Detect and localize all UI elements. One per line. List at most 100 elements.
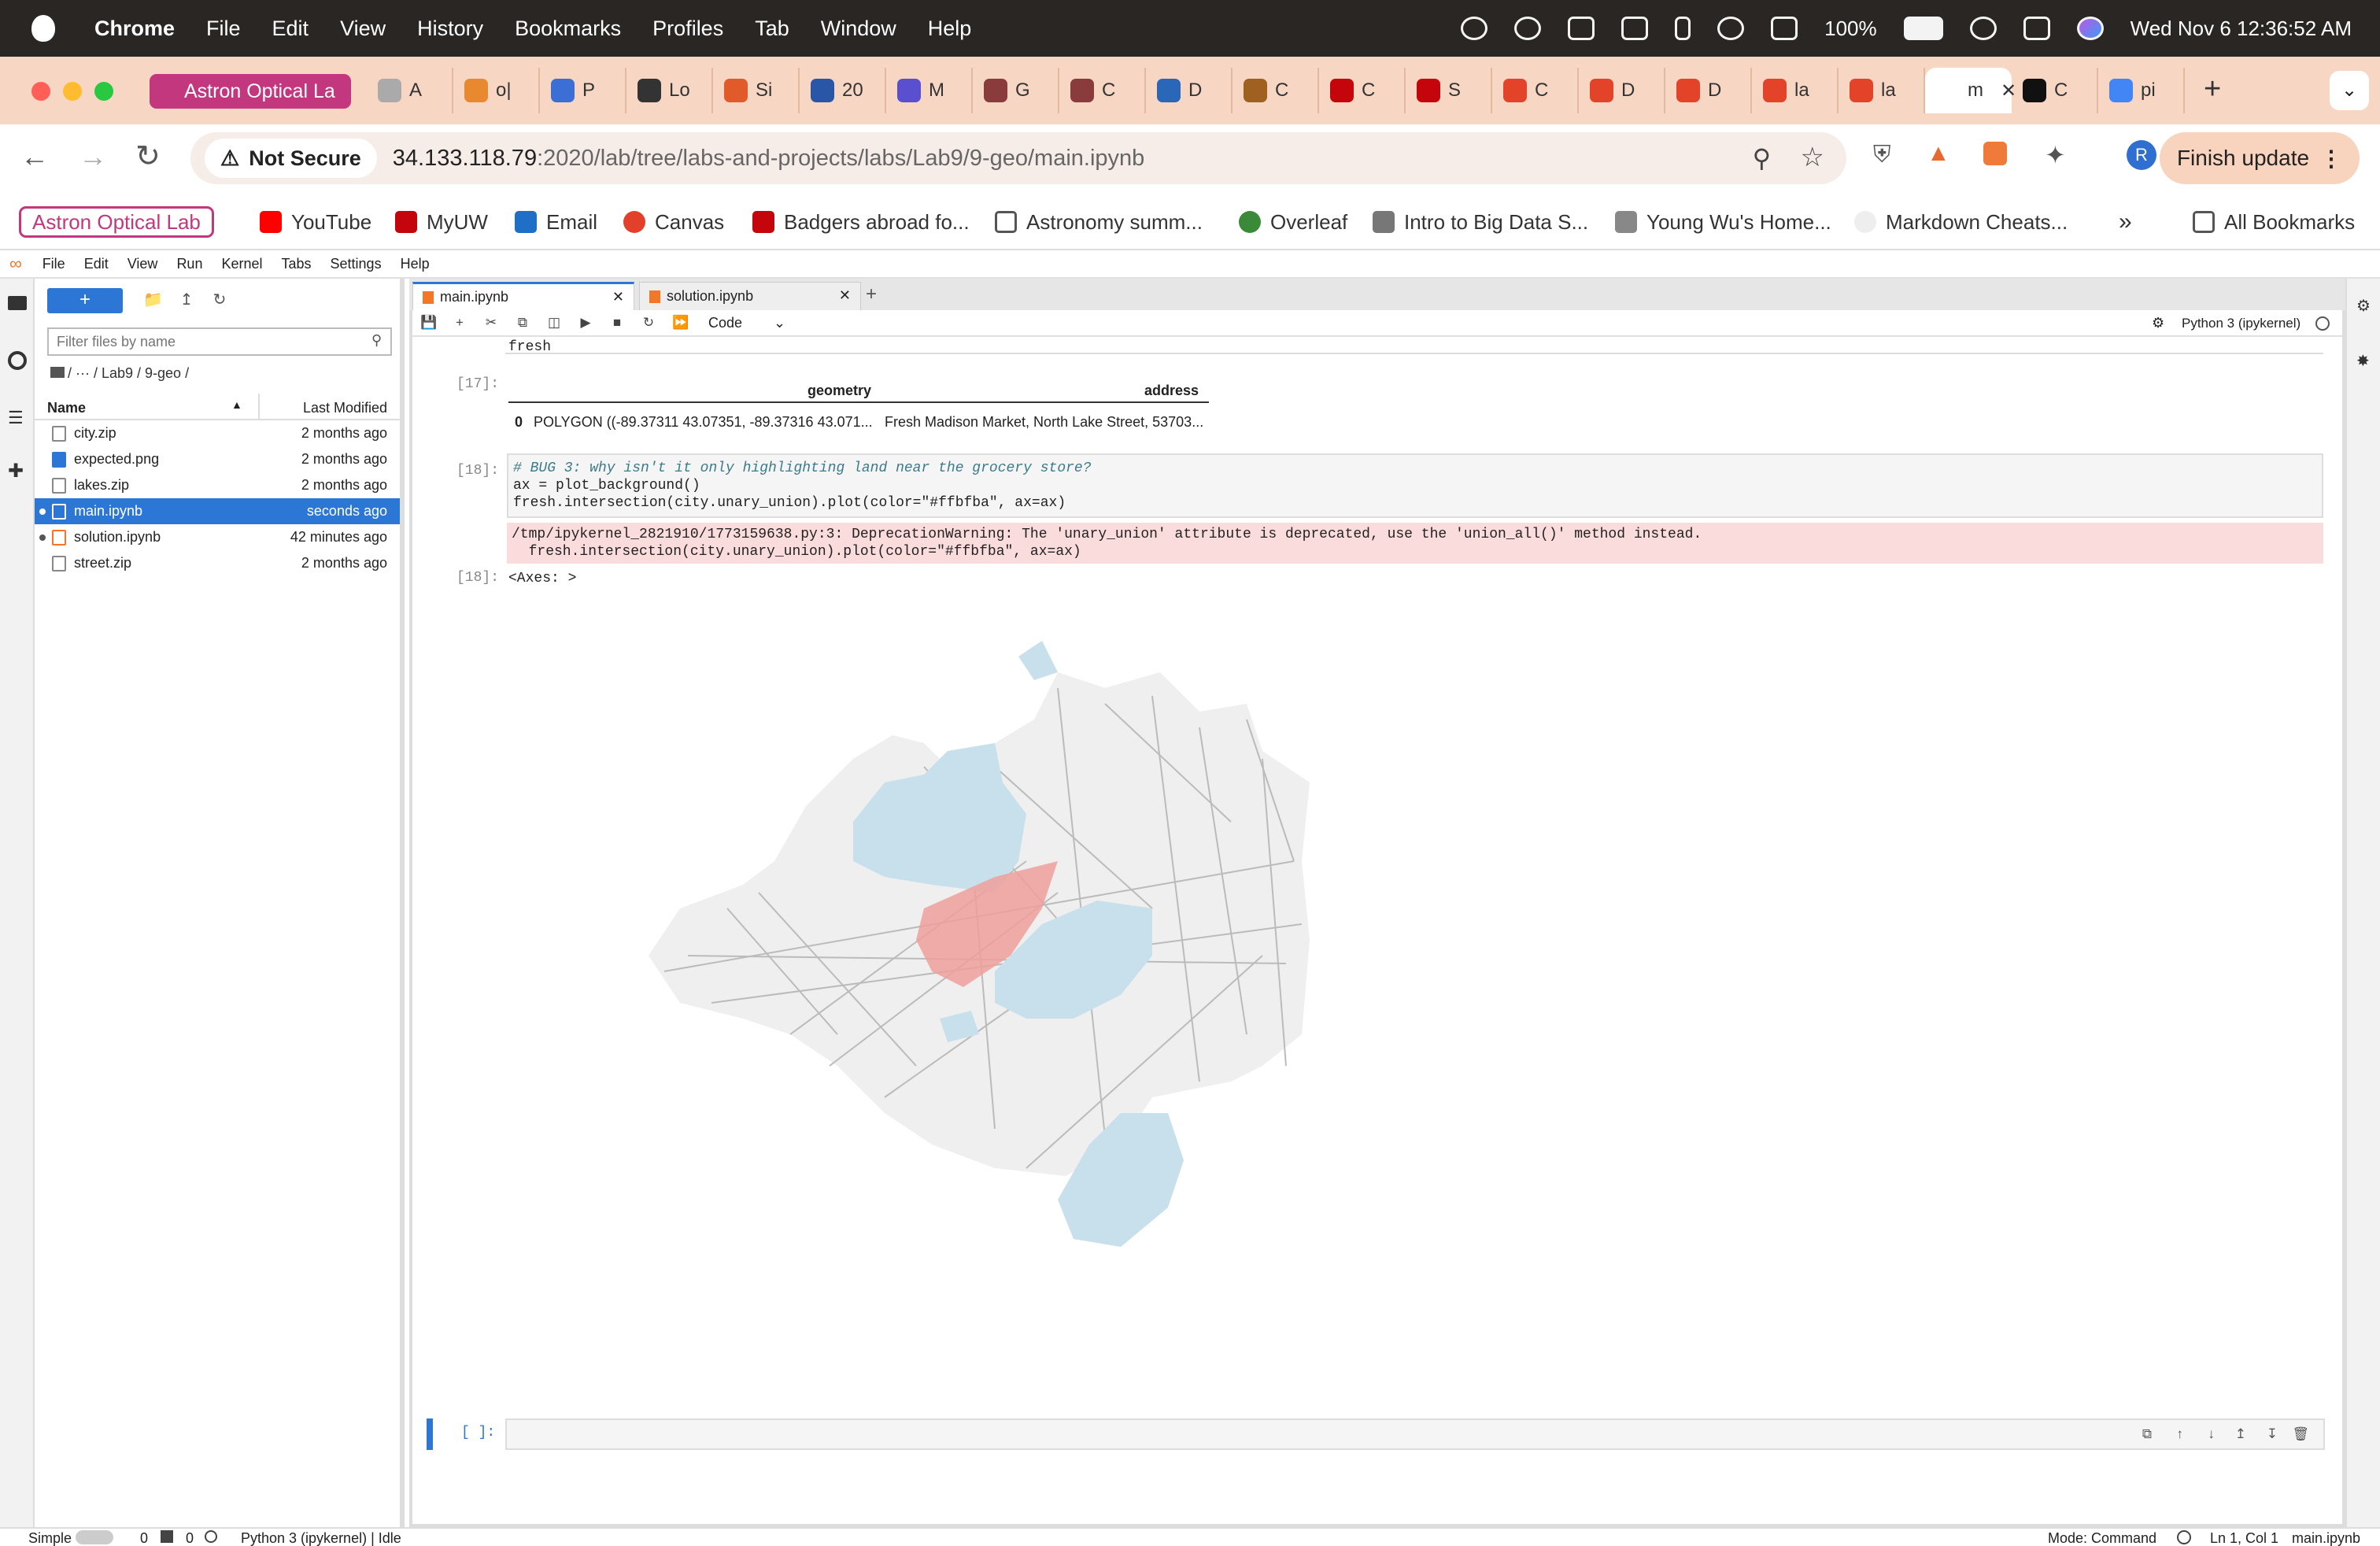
menubar-item-bookmarks[interactable]: Bookmarks xyxy=(515,17,621,41)
browser-tab[interactable]: 20 xyxy=(800,68,886,113)
column-name[interactable]: Name xyxy=(47,400,86,416)
browser-tab[interactable]: m ✕ xyxy=(1925,68,2016,113)
file-row-expected-png[interactable]: expected.png 2 months ago xyxy=(35,446,400,472)
table-of-contents-icon[interactable]: ☰ xyxy=(8,408,24,428)
scholar-extension-icon[interactable]: ▲ xyxy=(1927,140,1950,167)
browser-tab[interactable]: la xyxy=(1839,68,1925,113)
duplicate-cell-icon[interactable]: ⧉ xyxy=(2142,1426,2152,1442)
bookmark-email[interactable]: Email xyxy=(515,206,597,238)
menubar-item-profiles[interactable]: Profiles xyxy=(652,17,723,41)
bug-icon[interactable]: ⚙ xyxy=(2152,315,2164,331)
tab-search-button[interactable]: ⌄ xyxy=(2330,71,2369,110)
play-icon[interactable] xyxy=(1717,17,1745,40)
forward-button[interactable]: → xyxy=(79,140,107,173)
battery-icon[interactable] xyxy=(1903,17,1943,40)
minimize-window-button[interactable] xyxy=(63,82,82,101)
browser-tab[interactable]: Lo xyxy=(626,68,713,113)
jmenu-settings[interactable]: Settings xyxy=(331,256,382,272)
cut-icon[interactable]: ✂ xyxy=(483,315,499,331)
file-row-city-zip[interactable]: city.zip 2 months ago xyxy=(35,420,400,446)
paste-icon[interactable]: ◫ xyxy=(546,315,562,331)
bookmark-youtube[interactable]: YouTube xyxy=(260,206,371,238)
browser-tab[interactable]: S xyxy=(1406,68,1492,113)
omnibox[interactable]: ⚠ Not Secure 34.133.118.79:2020/lab/tree… xyxy=(190,132,1846,184)
bookmark-overleaf[interactable]: Overleaf xyxy=(1239,206,1347,238)
browser-tab[interactable]: C xyxy=(1232,68,1319,113)
browser-tab[interactable]: P xyxy=(540,68,626,113)
bookmark-young-wu[interactable]: Young Wu's Home... xyxy=(1615,206,1831,238)
jmenu-edit[interactable]: Edit xyxy=(84,256,109,272)
menubar-item-file[interactable]: File xyxy=(206,17,241,41)
run-icon[interactable]: ▶ xyxy=(578,315,593,331)
restart-icon[interactable]: ↻ xyxy=(641,315,656,331)
browser-tab[interactable]: D xyxy=(1579,68,1665,113)
file-row-main-ipynb[interactable]: main.ipynb seconds ago xyxy=(35,498,400,524)
delete-cell-icon[interactable]: 🗑 xyxy=(2292,1426,2309,1442)
not-secure-chip[interactable]: ⚠ Not Secure xyxy=(205,139,377,178)
bookmark-badgers-abroad[interactable]: Badgers abroad fo... xyxy=(752,206,970,238)
save-icon[interactable]: 💾 xyxy=(420,315,437,331)
move-down-icon[interactable]: ↓ xyxy=(2208,1426,2216,1442)
jmenu-file[interactable]: File xyxy=(42,256,65,272)
jmenu-kernel[interactable]: Kernel xyxy=(221,256,262,272)
bookmark-myuw[interactable]: MyUW xyxy=(395,206,488,238)
browser-tab[interactable]: o| xyxy=(453,68,540,113)
menubar-item-help[interactable]: Help xyxy=(928,17,972,41)
wifi-icon[interactable] xyxy=(1969,17,1997,40)
mute-icon[interactable] xyxy=(1568,17,1595,40)
menubar-item-history[interactable]: History xyxy=(417,17,483,41)
new-folder-icon[interactable]: 📁 xyxy=(143,291,163,309)
control-center-icon[interactable] xyxy=(2023,17,2050,40)
browser-tab[interactable]: A xyxy=(367,68,453,113)
jmenu-tabs[interactable]: Tabs xyxy=(282,256,312,272)
menubar-item-edit[interactable]: Edit xyxy=(272,17,309,41)
upload-icon[interactable]: ↥ xyxy=(178,291,195,309)
kernel-name[interactable]: Python 3 (ipykernel) xyxy=(2182,316,2301,331)
new-tab-button[interactable]: + xyxy=(2204,72,2221,106)
vpn-icon[interactable] xyxy=(1461,17,1488,40)
all-bookmarks-button[interactable]: All Bookmarks xyxy=(2193,206,2355,238)
zoom-window-button[interactable] xyxy=(94,82,113,101)
browser-tab[interactable]: D xyxy=(1665,68,1752,113)
simple-mode-toggle[interactable] xyxy=(76,1530,113,1544)
empty-code-cell[interactable]: [ ]: ⧉ ↑ ↓ ↥ ↧ 🗑 xyxy=(427,1418,2325,1450)
bookmark-group-astron[interactable]: Astron Optical Lab xyxy=(19,206,214,238)
browser-tab[interactable]: C xyxy=(1059,68,1146,113)
card-icon[interactable] xyxy=(1621,17,1649,40)
tab-group-astron[interactable]: Astron Optical La xyxy=(150,74,351,109)
notification-icon[interactable] xyxy=(2177,1530,2191,1544)
stop-icon[interactable]: ■ xyxy=(609,315,625,331)
tab-main-ipynb[interactable]: main.ipynb ✕ xyxy=(412,282,634,310)
browser-tab[interactable]: C xyxy=(1492,68,1579,113)
menubar-app-name[interactable]: Chrome xyxy=(94,17,175,41)
move-up-icon[interactable]: ↑ xyxy=(2177,1426,2184,1442)
terminal-count[interactable]: 0 xyxy=(140,1530,148,1546)
reload-button[interactable]: ↻ xyxy=(135,139,161,174)
finish-update-button[interactable]: Finish update ⋮ xyxy=(2160,132,2360,184)
siri-icon[interactable] xyxy=(2076,17,2104,40)
insert-above-icon[interactable]: ↥ xyxy=(2235,1426,2246,1442)
file-row-street-zip[interactable]: street.zip 2 months ago xyxy=(35,550,400,576)
browser-tab[interactable]: C xyxy=(1319,68,1406,113)
browser-tab[interactable]: la xyxy=(1752,68,1839,113)
url-text[interactable]: 34.133.118.79:2020/lab/tree/labs-and-pro… xyxy=(393,146,1145,172)
menubar-item-tab[interactable]: Tab xyxy=(755,17,789,41)
jmenu-view[interactable]: View xyxy=(128,256,158,272)
folder-icon[interactable] xyxy=(8,296,27,310)
jmenu-run[interactable]: Run xyxy=(176,256,202,272)
cursor-position[interactable]: Ln 1, Col 1 xyxy=(2210,1530,2278,1546)
bookmark-star-icon[interactable]: ☆ xyxy=(1801,142,1824,173)
profile-avatar[interactable]: R xyxy=(2127,140,2156,170)
close-window-button[interactable] xyxy=(31,82,50,101)
kernel-status[interactable]: Python 3 (ipykernel) | Idle xyxy=(241,1530,401,1546)
property-inspector-icon[interactable]: ⚙ xyxy=(2356,296,2371,316)
cell-type-select[interactable]: Code ⌄ xyxy=(708,315,785,331)
menubar-item-window[interactable]: Window xyxy=(821,17,896,41)
debugger-icon[interactable]: ✸ xyxy=(2356,351,2370,371)
insert-below-icon[interactable]: ↧ xyxy=(2267,1426,2278,1442)
apple-icon[interactable] xyxy=(31,15,55,42)
extensions-puzzle-icon[interactable]: ✦ xyxy=(2045,140,2066,170)
bookmark-canvas[interactable]: Canvas xyxy=(623,206,724,238)
browser-tab[interactable]: C xyxy=(2012,68,2098,113)
cell-input-area[interactable]: ⧉ ↑ ↓ ↥ ↧ 🗑 xyxy=(505,1418,2325,1450)
